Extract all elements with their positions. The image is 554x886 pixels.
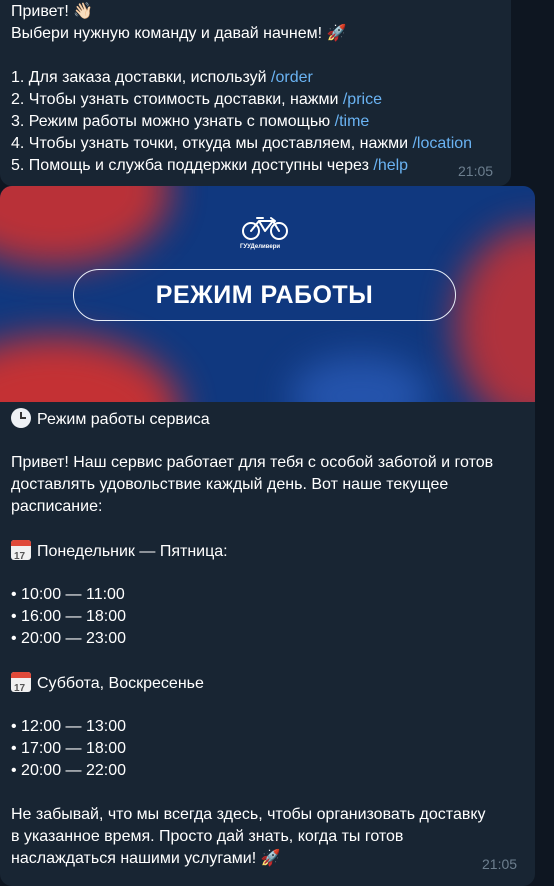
schedule-slot: • 20:00 — 23:00 bbox=[11, 630, 127, 647]
command-item: 3. Режим работы можно узнать с помощью /… bbox=[11, 111, 369, 133]
weekdays-heading-text: Понедельник — Пятница: bbox=[37, 543, 228, 560]
bicycle-icon bbox=[242, 217, 288, 240]
paragraph-line: Привет! Наш сервис работает для тебя с о… bbox=[11, 454, 494, 471]
command-item: 4. Чтобы узнать точки, откуда мы доставл… bbox=[11, 133, 472, 155]
clock-icon bbox=[11, 408, 31, 428]
closing-line: наслаждаться нашими услугами! 🚀 bbox=[11, 850, 281, 867]
command-item: 5. Помощь и служба поддержки доступны че… bbox=[11, 155, 408, 177]
message-timestamp: 21:05 bbox=[482, 856, 518, 872]
calendar-icon bbox=[11, 672, 31, 692]
calendar-icon bbox=[11, 540, 31, 560]
closing-line: Не забывай, что мы всегда здесь, чтобы о… bbox=[11, 806, 486, 823]
weekend-heading: Суббота, Воскресенье bbox=[11, 672, 204, 695]
command-link-order[interactable]: /order bbox=[271, 69, 313, 86]
schedule-slot: • 20:00 — 22:00 bbox=[11, 762, 127, 779]
banner-red-glow bbox=[455, 226, 535, 402]
banner-red-glow bbox=[0, 336, 180, 402]
paragraph-line: доставлять удовольствие каждый день. Вот… bbox=[11, 476, 449, 493]
command-link-time[interactable]: /time bbox=[335, 113, 370, 130]
schedule-slot: • 12:00 — 13:00 bbox=[11, 718, 127, 735]
command-link-price[interactable]: /price bbox=[343, 91, 382, 108]
command-item-text: 2. Чтобы узнать стоимость доставки, нажм… bbox=[11, 91, 343, 108]
message-bubble-commands: Привет! 👋🏻 Выбери нужную команду и давай… bbox=[0, 0, 511, 186]
message-bubble-schedule: ГУУДеливери РЕЖИМ РАБОТЫ Режим работы се… bbox=[0, 186, 535, 886]
command-item: 2. Чтобы узнать стоимость доставки, нажм… bbox=[11, 89, 382, 111]
paragraph-line: расписание: bbox=[11, 498, 103, 515]
command-item-text: 1. Для заказа доставки, используй bbox=[11, 69, 272, 86]
command-link-location[interactable]: /location bbox=[412, 135, 472, 152]
command-item-text: 4. Чтобы узнать точки, откуда мы доставл… bbox=[11, 135, 413, 152]
closing-line: в указанное время. Просто дай знать, ког… bbox=[11, 828, 404, 845]
schedule-heading: Режим работы сервиса bbox=[11, 408, 210, 431]
command-link-help[interactable]: /help bbox=[373, 157, 408, 174]
banner-blue-glow bbox=[290, 356, 430, 402]
weekdays-heading: Понедельник — Пятница: bbox=[11, 540, 228, 563]
banner-image[interactable]: ГУУДеливери РЕЖИМ РАБОТЫ bbox=[0, 186, 535, 402]
schedule-slot: • 10:00 — 11:00 bbox=[11, 586, 125, 603]
schedule-slot: • 17:00 — 18:00 bbox=[11, 740, 127, 757]
command-item-text: 5. Помощь и служба поддержки доступны че… bbox=[11, 157, 374, 174]
intro-text: Выбери нужную команду и давай начнем! 🚀 bbox=[11, 25, 347, 42]
banner-title: РЕЖИМ РАБОТЫ bbox=[73, 269, 456, 321]
command-item: 1. Для заказа доставки, используй /order bbox=[11, 67, 313, 89]
banner-brand: ГУУДеливери bbox=[240, 244, 281, 250]
message-timestamp: 21:05 bbox=[458, 163, 494, 179]
schedule-slot: • 16:00 — 18:00 bbox=[11, 608, 127, 625]
schedule-heading-text: Режим работы сервиса bbox=[37, 411, 210, 428]
greeting-text: Привет! 👋🏻 bbox=[11, 3, 94, 20]
weekend-heading-text: Суббота, Воскресенье bbox=[37, 675, 204, 692]
banner-red-glow bbox=[0, 186, 170, 266]
command-item-text: 3. Режим работы можно узнать с помощью bbox=[11, 113, 335, 130]
